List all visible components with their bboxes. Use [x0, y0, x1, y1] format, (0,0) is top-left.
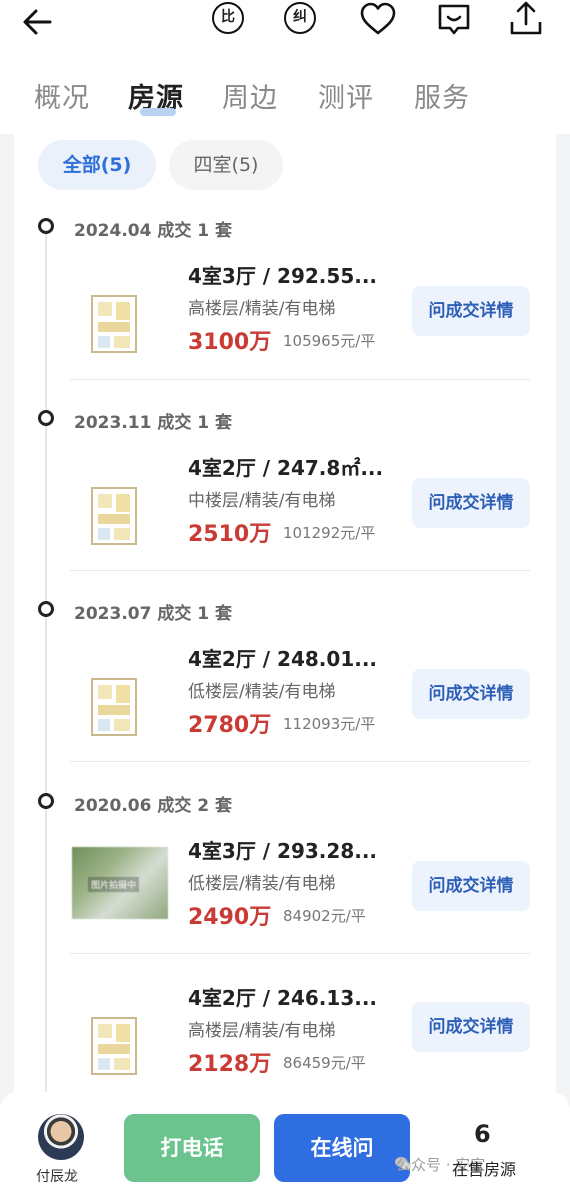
deal-price: 2780万 — [188, 713, 272, 738]
divider — [70, 761, 530, 762]
group-heading: 2023.07 成交 1 套 — [74, 604, 233, 624]
listing-photo: 图片拍摄中 — [72, 847, 168, 919]
ask-deal-details-button[interactable]: 问成交详情 — [412, 1002, 530, 1052]
listing-title: 4室2厅 / 246.13... — [188, 986, 378, 1010]
listing-title: 4室3厅 / 292.55... — [188, 264, 378, 288]
group-heading: 2023.11 成交 1 套 — [74, 413, 233, 433]
floorplan-thumbnail — [84, 280, 150, 366]
listing-item[interactable]: 4室2厅 / 248.01... 低楼层/精装/有电梯 2780万 112093… — [70, 643, 540, 793]
listing-item[interactable]: 4室3厅 / 292.55... 高楼层/精装/有电梯 3100万 105965… — [70, 260, 540, 410]
listing-attributes: 低楼层/精装/有电梯 — [188, 682, 336, 702]
unit-price: 112093元/平 — [283, 715, 376, 733]
tab-service[interactable]: 服务 — [414, 76, 470, 115]
unit-price: 105965元/平 — [283, 332, 376, 350]
divider — [70, 570, 530, 571]
ask-deal-details-button[interactable]: 问成交详情 — [412, 478, 530, 528]
timeline-dot — [38, 793, 54, 809]
transaction-history-card: 全部(5) 四室(5) 2024.04 成交 1 套 4室3厅 / 292.55… — [14, 134, 556, 1116]
listing-item[interactable]: 4室2厅 / 247.8㎡... 中楼层/精装/有电梯 2510万 101292… — [70, 452, 540, 602]
compare-icon[interactable]: 比 — [208, 0, 248, 40]
call-button[interactable]: 打电话 — [124, 1114, 260, 1182]
online-chat-button[interactable]: 在线问 — [274, 1114, 410, 1182]
group-heading: 2020.06 成交 2 套 — [74, 796, 233, 816]
listing-attributes: 低楼层/精装/有电梯 — [188, 874, 336, 894]
deal-price: 3100万 — [188, 330, 272, 355]
floorplan-thumbnail — [84, 472, 150, 558]
timeline-dot — [38, 218, 54, 234]
divider — [70, 379, 530, 380]
timeline-line — [45, 226, 47, 1116]
tab-overview[interactable]: 概况 — [34, 76, 90, 115]
back-arrow-icon[interactable] — [20, 2, 60, 42]
photo-pending-tag: 图片拍摄中 — [88, 877, 140, 892]
deal-price: 2128万 — [188, 1052, 272, 1077]
section-tabs: 概况 房源 周边 测评 服务 — [0, 58, 570, 134]
correction-icon[interactable]: 纠 — [280, 0, 320, 40]
listing-attributes: 高楼层/精装/有电梯 — [188, 1021, 336, 1041]
listing-title: 4室3厅 / 293.28... — [188, 839, 378, 863]
active-tab-indicator — [140, 108, 176, 116]
listing-title: 4室2厅 / 247.8㎡... — [188, 456, 384, 480]
listing-title: 4室2厅 / 248.01... — [188, 647, 378, 671]
deal-price: 2510万 — [188, 522, 272, 547]
divider — [70, 953, 530, 954]
filter-four-room[interactable]: 四室(5) — [169, 140, 283, 190]
bottom-action-bar: 付辰龙 打电话 在线问 公众号 · 安家 6 在售房源 — [0, 1092, 570, 1188]
listing-item[interactable]: 图片拍摄中 4室3厅 / 293.28... 低楼层/精装/有电梯 2490万 … — [70, 835, 540, 985]
tab-surroundings[interactable]: 周边 — [222, 76, 278, 115]
ask-deal-details-button[interactable]: 问成交详情 — [412, 861, 530, 911]
listing-attributes: 高楼层/精装/有电梯 — [188, 299, 336, 319]
floorplan-thumbnail — [84, 663, 150, 749]
unit-price: 86459元/平 — [283, 1054, 366, 1072]
top-bar: 比 纠 — [0, 0, 570, 58]
favorite-heart-icon[interactable] — [358, 0, 398, 40]
share-icon[interactable] — [506, 0, 546, 40]
filter-all[interactable]: 全部(5) — [38, 140, 156, 190]
ask-deal-details-button[interactable]: 问成交详情 — [412, 669, 530, 719]
ask-deal-details-button[interactable]: 问成交详情 — [412, 286, 530, 336]
deal-price: 2490万 — [188, 905, 272, 930]
unit-price: 101292元/平 — [283, 524, 376, 542]
listing-count[interactable]: 6 — [474, 1120, 491, 1148]
timeline-dot — [38, 410, 54, 426]
timeline-dot — [38, 601, 54, 617]
agent-name: 付辰龙 — [36, 1169, 78, 1185]
tab-review[interactable]: 测评 — [318, 76, 374, 115]
listing-attributes: 中楼层/精装/有电梯 — [188, 491, 336, 511]
compare-icon-label: 比 — [212, 2, 244, 34]
correction-icon-label: 纠 — [284, 2, 316, 34]
message-icon[interactable] — [434, 0, 474, 40]
listing-count-label[interactable]: 在售房源 — [452, 1156, 516, 1180]
agent-avatar[interactable] — [38, 1114, 84, 1160]
floorplan-thumbnail — [84, 1002, 150, 1088]
unit-price: 84902元/平 — [283, 907, 366, 925]
group-heading: 2024.04 成交 1 套 — [74, 221, 233, 241]
